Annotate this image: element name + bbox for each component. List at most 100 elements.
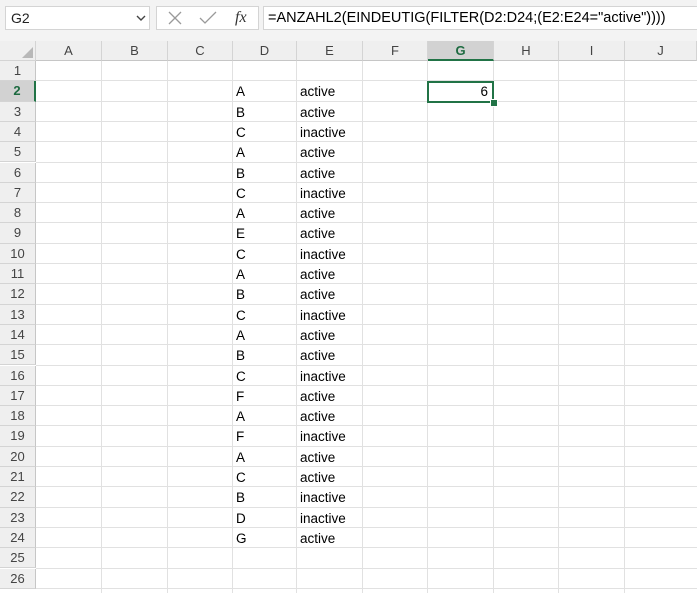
cell-d16[interactable]: C: [236, 366, 246, 386]
column-gridline: [167, 61, 168, 593]
row-header-3[interactable]: 3: [0, 101, 36, 122]
row-header-7[interactable]: 7: [0, 182, 36, 204]
row-header-4[interactable]: 4: [0, 121, 36, 143]
cell-e13[interactable]: inactive: [300, 305, 346, 325]
column-header-j[interactable]: J: [625, 41, 697, 61]
cell-e5[interactable]: active: [300, 142, 335, 162]
column-header-a[interactable]: A: [36, 41, 102, 61]
row-header-19[interactable]: 19: [0, 426, 36, 447]
row-header-10[interactable]: 10: [0, 243, 36, 264]
row-header-23[interactable]: 23: [0, 507, 36, 528]
cell-d6[interactable]: B: [236, 163, 245, 183]
row-header-15[interactable]: 15: [0, 345, 36, 366]
row-header-22[interactable]: 22: [0, 487, 36, 508]
row-header-18[interactable]: 18: [0, 406, 36, 427]
cell-e24[interactable]: active: [300, 528, 335, 548]
row-header-1[interactable]: 1: [0, 61, 36, 82]
cell-e23[interactable]: inactive: [300, 508, 346, 528]
cell-e12[interactable]: active: [300, 284, 335, 304]
row-header-17[interactable]: 17: [0, 385, 36, 407]
row-header-2[interactable]: 2: [0, 81, 36, 102]
row-header-6[interactable]: 6: [0, 162, 36, 183]
cell-e21[interactable]: active: [300, 467, 335, 487]
column-header-e[interactable]: E: [297, 41, 363, 61]
selected-cell-g2[interactable]: 6: [427, 81, 494, 103]
column-header-d[interactable]: D: [233, 41, 297, 61]
row-gridline: [36, 161, 697, 163]
cell-e14[interactable]: active: [300, 325, 335, 345]
column-header-b[interactable]: B: [102, 41, 168, 61]
row-header-24[interactable]: 24: [0, 527, 36, 549]
column-gridline: [624, 61, 625, 593]
row-header-26[interactable]: 26: [0, 568, 36, 589]
cell-d14[interactable]: A: [236, 325, 245, 345]
row-header-8[interactable]: 8: [0, 203, 36, 224]
column-header-g[interactable]: G: [428, 41, 494, 61]
cell-d5[interactable]: A: [236, 142, 245, 162]
cell-e17[interactable]: active: [300, 386, 335, 406]
row-header-21[interactable]: 21: [0, 467, 36, 488]
cell-d10[interactable]: C: [236, 244, 246, 264]
cell-d22[interactable]: B: [236, 487, 245, 507]
cell-e6[interactable]: active: [300, 163, 335, 183]
worksheet-grid[interactable]: ABCDEFGHIJ 1 2 3 4 5 6 7 8 9 10 11 12 13 14 15 16 17 18 19…: [0, 41, 697, 593]
formula-input[interactable]: =ANZAHL2(EINDEUTIG(FILTER(D2:D24;(E2:E24…: [263, 6, 697, 30]
cell-e19[interactable]: inactive: [300, 426, 346, 446]
cell-e8[interactable]: active: [300, 203, 335, 223]
cell-e7[interactable]: inactive: [300, 183, 346, 203]
column-header-c[interactable]: C: [168, 41, 233, 61]
cell-d15[interactable]: B: [236, 345, 245, 365]
cell-e10[interactable]: inactive: [300, 244, 346, 264]
cell-e18[interactable]: active: [300, 406, 335, 426]
cell-e2[interactable]: active: [300, 81, 335, 101]
select-all-corner[interactable]: [0, 41, 36, 61]
column-header-i[interactable]: I: [559, 41, 625, 61]
cell-d3[interactable]: B: [236, 102, 245, 122]
cell-e9[interactable]: active: [300, 223, 335, 243]
column-header-h[interactable]: H: [494, 41, 559, 61]
row-gridline: [36, 445, 697, 447]
cell-d17[interactable]: F: [236, 386, 244, 406]
row-header-20[interactable]: 20: [0, 446, 36, 467]
cell-e16[interactable]: inactive: [300, 366, 346, 386]
chevron-down-icon[interactable]: [135, 11, 147, 25]
cell-d11[interactable]: A: [236, 264, 245, 284]
cell-d19[interactable]: F: [236, 426, 244, 446]
fill-handle[interactable]: [490, 99, 498, 107]
cell-d9[interactable]: E: [236, 223, 245, 243]
cell-d18[interactable]: A: [236, 406, 245, 426]
cell-d4[interactable]: C: [236, 122, 246, 142]
cell-d2[interactable]: A: [236, 81, 245, 101]
row-header-11[interactable]: 11: [0, 264, 36, 285]
row-header-14[interactable]: 14: [0, 324, 36, 346]
cell-e20[interactable]: active: [300, 447, 335, 467]
row-header-13[interactable]: 13: [0, 304, 36, 325]
cell-d24[interactable]: G: [236, 528, 247, 548]
row-header-25[interactable]: 25: [0, 548, 36, 569]
row-gridline: [36, 222, 697, 224]
row-gridline: [36, 303, 697, 305]
cell-e11[interactable]: active: [300, 264, 335, 284]
cancel-icon[interactable]: [167, 10, 183, 26]
column-header-f[interactable]: F: [363, 41, 428, 61]
cell-e22[interactable]: inactive: [300, 487, 346, 507]
cell-d12[interactable]: B: [236, 284, 245, 304]
name-box[interactable]: G2: [5, 6, 150, 30]
row-header-16[interactable]: 16: [0, 365, 36, 386]
cell-d13[interactable]: C: [236, 305, 246, 325]
cell-d8[interactable]: A: [236, 203, 245, 223]
cell-e3[interactable]: active: [300, 102, 335, 122]
insert-function-icon[interactable]: fx: [235, 9, 247, 27]
cell-e4[interactable]: inactive: [300, 122, 346, 142]
row-header-5[interactable]: 5: [0, 142, 36, 163]
column-gridline: [232, 61, 233, 593]
row-header-12[interactable]: 12: [0, 284, 36, 305]
cell-d21[interactable]: C: [236, 467, 246, 487]
cell-d20[interactable]: A: [236, 447, 245, 467]
cell-e15[interactable]: active: [300, 345, 335, 365]
enter-check-icon[interactable]: [199, 10, 217, 26]
cell-d7[interactable]: C: [236, 183, 246, 203]
row-header-9[interactable]: 9: [0, 223, 36, 244]
cell-d23[interactable]: D: [236, 508, 246, 528]
row-gridline: [36, 263, 697, 264]
